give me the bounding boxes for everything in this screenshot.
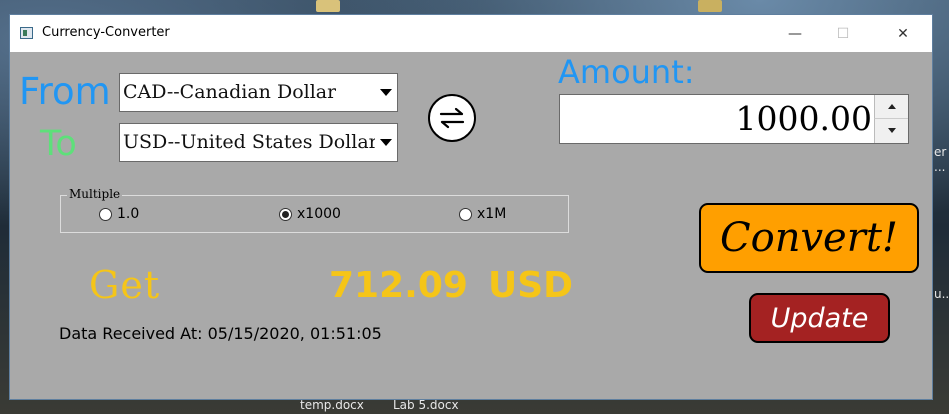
get-label: Get [89,263,161,307]
desktop-partial-text: er [934,145,947,159]
close-button[interactable]: ✕ [880,15,926,52]
data-received-timestamp: Data Received At: 05/15/2020, 01:51:05 [59,324,382,343]
amount-input[interactable]: 1000.00 [736,99,872,139]
convert-button-label: Convert! [720,215,898,261]
radio-multiple-1m[interactable]: x1M [459,206,506,222]
title-bar[interactable]: Currency-Converter — ☐ ✕ [10,15,932,52]
radio-label: x1M [477,206,507,222]
currency-converter-window: Currency-Converter — ☐ ✕ From CAD--Canad… [9,14,933,400]
app-icon [20,27,33,39]
desktop-file-label[interactable]: temp.docx [300,398,364,412]
minimize-button[interactable]: — [772,15,818,52]
maximize-icon: ☐ [836,25,850,42]
desktop-partial-text: u... [934,287,949,301]
chevron-down-icon[interactable] [375,124,397,161]
radio-label: 1.0 [117,206,140,222]
minimize-icon: — [788,25,802,42]
converted-currency: USD [488,265,574,306]
radio-indicator[interactable] [279,207,292,221]
decrement-button[interactable] [874,119,908,143]
from-currency-select[interactable]: CAD--Canadian Dollar [119,73,398,112]
converter-panel: From CAD--Canadian Dollar To USD--United… [10,52,932,399]
increment-button[interactable] [874,95,908,119]
update-button[interactable]: Update [749,293,890,343]
radio-multiple-1000[interactable]: x1000 [279,206,341,222]
from-currency-value: CAD--Canadian Dollar [123,81,337,103]
maximize-button[interactable]: ☐ [820,15,866,52]
from-label: From [19,70,111,113]
window-title: Currency-Converter [42,25,170,40]
update-button-label: Update [770,302,869,334]
swap-arrows-icon [439,107,465,129]
multiple-groupbox: Multiple 1.0 x1000 x1M [60,187,569,233]
swap-currencies-button[interactable] [428,94,476,142]
radio-indicator[interactable] [459,207,472,221]
desktop-partial-text: ... [934,160,946,174]
multiple-group-title: Multiple [67,187,123,201]
desktop-icon[interactable] [316,0,340,12]
convert-button[interactable]: Convert! [699,203,919,273]
to-label: To [40,124,77,164]
amount-spinbox[interactable]: 1000.00 [559,94,909,144]
close-icon: ✕ [897,25,909,42]
amount-label: Amount: [558,53,695,91]
converted-amount: 712.09 [329,265,468,306]
radio-multiple-1[interactable]: 1.0 [99,206,139,222]
to-currency-select[interactable]: USD--United States Dollar [119,123,398,162]
desktop-icon[interactable] [698,0,722,12]
radio-indicator[interactable] [99,207,112,221]
desktop-file-label[interactable]: Lab 5.docx [393,398,459,412]
to-currency-value: USD--United States Dollar [123,131,375,153]
chevron-down-icon[interactable] [375,74,397,111]
radio-label: x1000 [297,206,341,222]
